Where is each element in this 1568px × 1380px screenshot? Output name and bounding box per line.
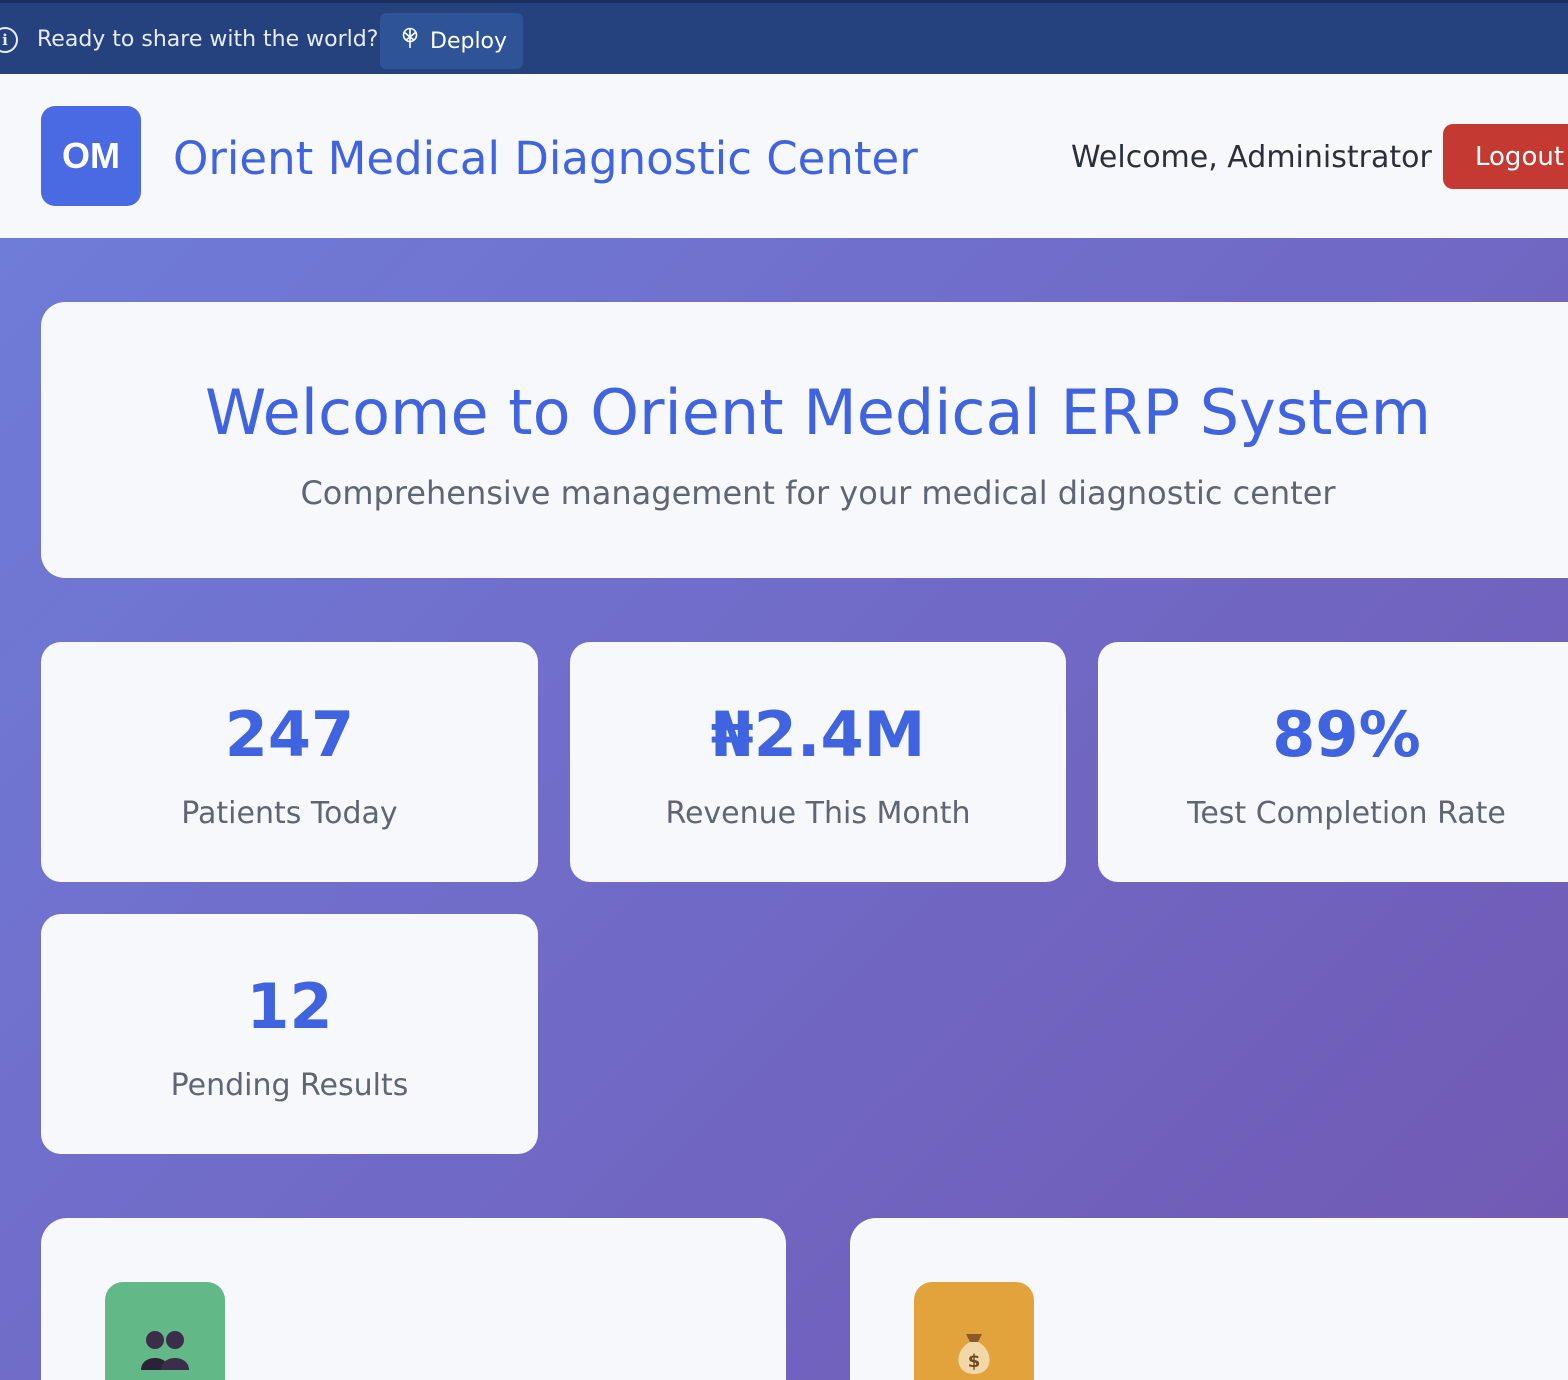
money-bag-icon: $ (914, 1282, 1034, 1380)
stat-card-completion: 89% Test Completion Rate (1098, 642, 1568, 882)
stat-label: Pending Results (170, 1068, 409, 1103)
logout-button[interactable]: Logout (1443, 124, 1568, 189)
deploy-icon (400, 27, 420, 55)
users-icon (105, 1282, 225, 1380)
stat-card-patients: 247 Patients Today (41, 642, 538, 882)
welcome-user: Welcome, Administrator (1071, 140, 1432, 175)
hero-title: Welcome to Orient Medical ERP System (204, 376, 1431, 449)
module-card-patients[interactable] (41, 1218, 786, 1380)
hero-card: Welcome to Orient Medical ERP System Com… (41, 302, 1568, 578)
app-header: OM Orient Medical Diagnostic Center Welc… (0, 74, 1568, 238)
module-card-finance[interactable]: $ (850, 1218, 1568, 1380)
deploy-bar: i Ready to share with the world? Deploy (0, 0, 1568, 74)
deploy-button[interactable]: Deploy (380, 13, 523, 69)
stat-label: Test Completion Rate (1187, 796, 1506, 831)
stat-value: 89% (1272, 698, 1421, 771)
stat-value: 12 (246, 970, 333, 1043)
hero-subtitle: Comprehensive management for your medica… (300, 474, 1336, 512)
deploy-message: Ready to share with the world? (37, 27, 379, 52)
stat-value: 247 (224, 698, 355, 771)
stat-value: ₦2.4M (710, 698, 926, 771)
stat-label: Revenue This Month (665, 796, 971, 831)
main-content: Welcome to Orient Medical ERP System Com… (0, 238, 1568, 1380)
info-icon: i (0, 27, 18, 53)
stat-card-pending: 12 Pending Results (41, 914, 538, 1154)
app-title: Orient Medical Diagnostic Center (173, 132, 918, 185)
deploy-label: Deploy (430, 28, 508, 54)
svg-text:$: $ (968, 1351, 981, 1372)
stat-label: Patients Today (181, 796, 398, 831)
stat-card-revenue: ₦2.4M Revenue This Month (570, 642, 1066, 882)
logo: OM (41, 106, 141, 206)
